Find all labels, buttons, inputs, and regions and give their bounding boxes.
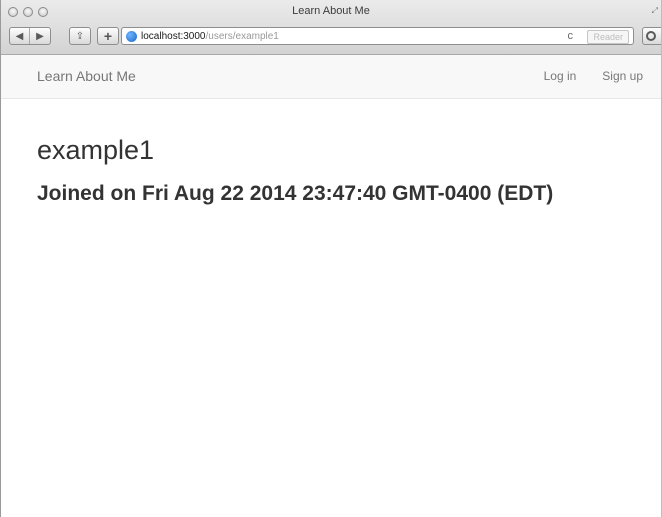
history-buttons: ◀ ▶ [9,27,51,45]
login-link[interactable]: Log in [544,69,577,83]
url-path: /users/example1 [205,30,279,42]
navbar-links: Log in Sign up [544,69,643,83]
reader-button[interactable]: Reader [587,30,629,44]
globe-icon [126,30,137,42]
downloads-button[interactable] [642,27,661,45]
site-navbar: Learn About Me Log in Sign up [1,55,661,99]
address-bar[interactable]: localhost:3000 /users/example1 c Reader [121,27,634,45]
new-tab-button[interactable]: + [98,28,118,44]
browser-toolbar: Learn About Me ⤢ ◀ ▶ ⇪ + localhost:3000 … [1,0,661,55]
share-button[interactable]: ⇪ [70,28,90,44]
new-tab-button-group: + [97,27,119,45]
fullscreen-icon[interactable]: ⤢ [652,6,658,16]
browser-window: Learn About Me ⤢ ◀ ▶ ⇪ + localhost:3000 … [0,0,662,517]
share-button-group: ⇪ [69,27,91,45]
url-host: localhost:3000 [141,30,206,42]
signup-link[interactable]: Sign up [602,69,643,83]
back-button[interactable]: ◀ [10,28,30,44]
downloads-icon [646,31,656,41]
window-title: Learn About Me [292,5,370,17]
navbar-brand[interactable]: Learn About Me [37,68,136,84]
reload-icon[interactable]: c [568,30,574,42]
forward-button[interactable]: ▶ [30,28,50,44]
profile-joined-date: Joined on Fri Aug 22 2014 23:47:40 GMT-0… [37,182,554,205]
profile-username: example1 [37,135,155,165]
